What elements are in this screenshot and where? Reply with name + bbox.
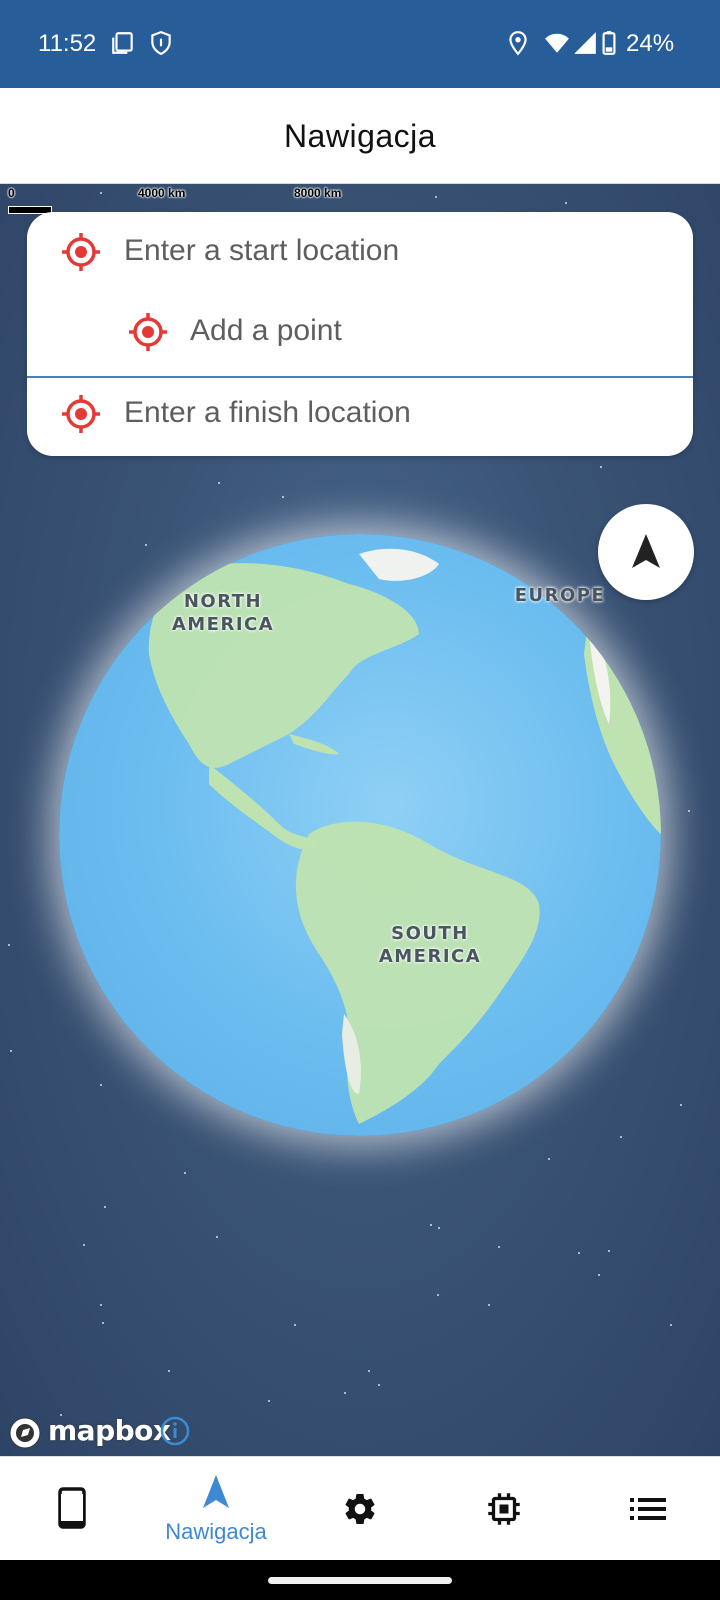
add-point-input[interactable]: Add a point [190,314,342,348]
star [435,196,437,198]
star [268,1400,270,1402]
list-icon [630,1498,666,1520]
star [488,1304,490,1306]
star [565,202,567,204]
star [10,1050,12,1052]
star [145,544,147,546]
star [548,1158,550,1160]
label-south-america: SOUTH AMERICA [370,922,490,968]
label-north: NORTH [183,591,263,612]
star [294,1324,296,1326]
scale-max: 8000 km [294,186,342,200]
star [216,1236,218,1238]
star [578,1252,580,1254]
finish-location-row[interactable]: Enter a finish location [27,374,693,454]
finish-location-input[interactable]: Enter a finish location [124,396,411,430]
chip-icon [488,1493,520,1525]
star [104,1206,106,1208]
target-icon [62,395,100,433]
target-icon [62,233,100,271]
star [430,1224,432,1226]
star [620,1136,622,1138]
start-location-row[interactable]: Enter a start location [27,212,693,292]
wifi-icon [545,33,569,53]
globe[interactable] [59,534,661,1136]
status-time: 11:52 [38,30,97,57]
gesture-bar [0,1560,720,1600]
status-bar: 11:52 24% [0,0,720,88]
mapbox-icon [9,1417,41,1449]
label-south: SOUTH [391,923,469,944]
scale-mid: 4000 km [138,186,186,200]
app-header: Nawigacja [0,88,720,184]
star [608,1250,610,1252]
star [598,1274,600,1276]
shield-icon [151,31,171,56]
target-icon [129,313,167,351]
page-title: Nawigacja [283,118,437,154]
nav-item-settings[interactable] [288,1457,432,1561]
start-location-input[interactable]: Enter a start location [124,234,399,268]
nav-item-label: Nawigacja [165,1519,267,1544]
mapbox-logo[interactable]: mapbox [8,1412,171,1452]
star [282,496,284,498]
star [368,1370,370,1372]
add-point-row[interactable]: Add a point [27,292,693,372]
nav-item-device[interactable] [0,1457,144,1561]
star [378,1384,380,1386]
label-america: AMERICA [171,614,275,635]
star [83,1244,85,1246]
gear-icon [345,1494,375,1524]
nav-item-list[interactable] [576,1457,720,1561]
star [102,1322,104,1324]
star [680,1104,682,1106]
phone-icon [58,1487,86,1529]
label-europe: EUROPE [514,585,606,606]
nav-item-hardware[interactable] [432,1457,576,1561]
star [100,1084,102,1086]
star [600,466,602,468]
scale-zero: 0 [8,186,15,200]
battery-percent: 24% [626,30,675,57]
info-icon[interactable] [160,1416,190,1446]
home-gesture-handle[interactable] [268,1577,452,1584]
bottom-navigation: Nawigacja [0,1456,720,1560]
star [498,1246,500,1248]
navigation-arrow-icon [632,534,660,568]
star [184,1172,186,1174]
recenter-button[interactable] [598,504,694,600]
label-america: AMERICA [378,946,482,967]
route-card: Enter a start location Add a point Enter… [27,212,693,456]
battery-icon [602,31,616,55]
star [100,1304,102,1306]
star [438,1227,440,1229]
mapbox-wordmark: mapbox [48,1414,171,1447]
globe-landmass [148,548,661,1124]
star [8,944,10,946]
signal-icon [574,32,596,54]
star [670,1324,672,1326]
nav-item-navigation[interactable]: Nawigacja [144,1457,288,1561]
label-north-america: NORTH AMERICA [168,590,278,636]
star [168,1370,170,1372]
location-icon [509,31,527,56]
star [344,1392,346,1394]
navigation-arrow-icon [203,1475,229,1508]
star [218,482,220,484]
copy-icon [112,32,133,54]
star [437,1294,439,1296]
